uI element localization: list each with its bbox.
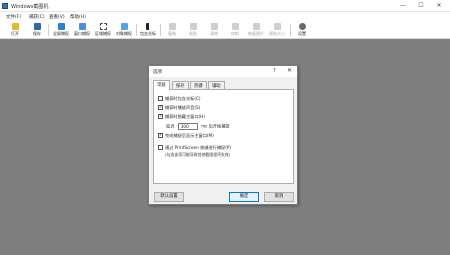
help-button[interactable]: ?: [273, 68, 276, 74]
include-cursor-checkbox[interactable]: [158, 96, 163, 101]
toolbar: 打开 保存 全屏捕捉 窗口捕捉 区域捕捉 对象捕捉 包含光标 复制 粘贴 清除 …: [0, 21, 450, 39]
maximize-button[interactable]: ☐: [414, 1, 428, 11]
show-after-checkbox[interactable]: ✓: [158, 133, 163, 138]
menu-bar: 文件(F) 捕获(C) 查看(V) 帮助(H): [0, 12, 450, 21]
window-icon: [78, 23, 86, 30]
object-icon: [120, 23, 128, 30]
include-cursor-option[interactable]: 捕获时包含光标(C): [158, 96, 201, 102]
trim-icon: [231, 23, 239, 30]
save-button[interactable]: 保存: [25, 22, 49, 38]
play-sound-checkbox[interactable]: ✓: [158, 105, 163, 110]
object-capture-button[interactable]: 对象捕捉: [112, 22, 136, 38]
actual-size-button[interactable]: 原始大小: [265, 22, 289, 38]
copy-icon: [168, 23, 176, 30]
delay-label: 延迟: [166, 123, 175, 129]
play-sound-option[interactable]: ✓ 捕获时播放声音(S): [158, 105, 200, 111]
clear-icon: [210, 23, 218, 30]
delay-unit-label: ms 后开始捕捉: [201, 123, 230, 129]
ok-button[interactable]: 确定: [229, 192, 259, 202]
floppy-icon: [33, 23, 41, 30]
window-title: Windows截图机: [11, 4, 49, 10]
default-settings-button[interactable]: 默认设置: [154, 192, 184, 202]
show-after-option[interactable]: ✓ 完成捕捉后显示主窗口(M): [158, 133, 214, 139]
paste-icon: [189, 23, 197, 30]
menu-view[interactable]: 查看(V): [49, 14, 65, 20]
close-button[interactable]: ✕: [432, 1, 446, 11]
actual-size-icon: [273, 23, 281, 30]
printscreen-note: (勾选该项可能导致其他截图程序失效): [165, 152, 231, 157]
region-icon: [99, 23, 107, 30]
title-bar: Windows截图机 — ☐ ✕: [0, 0, 450, 12]
printscreen-checkbox[interactable]: [158, 145, 163, 150]
cancel-button[interactable]: 取消: [264, 192, 294, 202]
tab-general[interactable]: 常规: [153, 80, 170, 90]
restore-icon: [252, 23, 260, 30]
menu-help[interactable]: 帮助(H): [70, 14, 86, 20]
gear-icon: [298, 23, 306, 30]
cursor-icon: [145, 23, 151, 30]
delay-input[interactable]: 300: [177, 123, 198, 130]
include-cursor-button[interactable]: 包含光标: [136, 22, 160, 38]
dialog-title: 选项: [153, 70, 162, 75]
dialog-title-bar: 选项 ? ✕: [149, 66, 297, 77]
app-icon: [2, 3, 8, 9]
hide-window-option[interactable]: ✓ 捕获时隐藏主窗口(H): [158, 114, 205, 120]
options-dialog: 选项 ? ✕ 常规 保存 热键 辅助 捕获时包含光标(C) ✓ 捕获时播放声音(S…: [148, 65, 298, 205]
printscreen-option[interactable]: 通过 PrintScreen 按键进行捕捉(P): [158, 145, 231, 151]
menu-capture[interactable]: 捕获(C): [29, 14, 45, 20]
delay-row: 延迟 300 ms 后开始捕捉: [166, 123, 230, 130]
dialog-close-button[interactable]: ✕: [287, 67, 292, 74]
general-panel: 捕获时包含光标(C) ✓ 捕获时播放声音(S) ✓ 捕获时隐藏主窗口(H) 延迟 3…: [153, 89, 294, 184]
monitor-icon: [57, 23, 65, 30]
minimize-button[interactable]: —: [396, 1, 410, 11]
hide-window-checkbox[interactable]: ✓: [158, 114, 163, 119]
folder-icon: [11, 23, 19, 30]
menu-file[interactable]: 文件(F): [6, 14, 21, 20]
settings-button[interactable]: 设置: [290, 22, 314, 38]
open-button[interactable]: 打开: [3, 22, 27, 38]
